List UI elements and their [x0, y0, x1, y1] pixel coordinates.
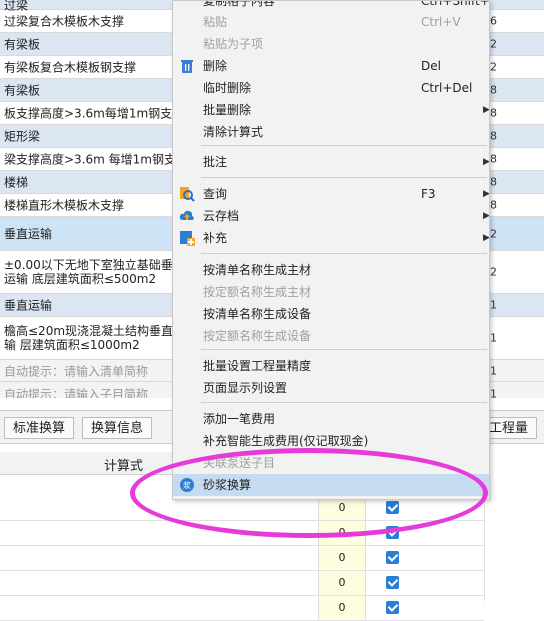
menu-item-gen-main-by-list[interactable]: 按清单名称生成主材	[173, 259, 489, 281]
supplement-icon	[179, 230, 195, 246]
row-name: ±0.00以下无地下室独立基础垂直运输 底层建筑面积≤500m2	[4, 258, 185, 286]
submenu-arrow-icon: ▶	[483, 233, 490, 243]
menu-item-label: 删除	[203, 59, 228, 73]
row-name: 有梁板复合木模板钢支撑	[4, 60, 137, 75]
value-cell[interactable]: 0	[318, 596, 366, 620]
row-name: 垂直运输	[4, 298, 53, 313]
checkbox[interactable]	[386, 551, 399, 564]
value-cell[interactable]: 0	[318, 546, 366, 570]
menu-item-supplement[interactable]: 补充 ▶	[173, 227, 489, 249]
row-value: 2	[490, 265, 497, 279]
menu-item-label: 按清单名称生成主材	[203, 263, 312, 277]
menu-item-cloud-save[interactable]: 云存档 ▶	[173, 205, 489, 227]
menu-separator	[201, 349, 487, 350]
row-value: 1	[490, 298, 497, 312]
context-menu: 复制格子内容Ctrl+Shift+C粘贴Ctrl+V粘贴为子项删除Del临时删除…	[172, 0, 490, 500]
list-item[interactable]: 0	[0, 546, 484, 571]
row-value: 2	[490, 227, 497, 240]
row-value: 8	[490, 198, 497, 212]
submenu-arrow-icon: ▶	[483, 157, 490, 167]
menu-separator	[201, 402, 487, 403]
menu-item-gen-main-by-quota: 按定额名称生成主材	[173, 281, 489, 303]
annotation-ellipse	[130, 448, 488, 538]
menu-item-paste: 粘贴 Ctrl+V	[173, 11, 489, 33]
menu-item-label: 清除计算式	[203, 125, 264, 139]
menu-item-label: 页面显示列设置	[203, 381, 288, 395]
menu-item-shortcut: Del	[421, 59, 441, 73]
menu-item-query[interactable]: 查询 F3 ▶	[173, 183, 489, 205]
row-name: 楼梯直形木模板木支撑	[4, 198, 125, 213]
formula-header-label: 计算式	[104, 459, 144, 474]
menu-separator	[201, 253, 487, 254]
list-item[interactable]: 0	[0, 571, 484, 596]
menu-item-gen-equip-by-quota: 按定额名称生成设备	[173, 325, 489, 347]
menu-item-label: 查询	[203, 187, 228, 201]
menu-item-temp-delete[interactable]: 临时删除 Ctrl+Del	[173, 77, 489, 99]
row-name: 过梁复合木模板木支撑	[4, 14, 125, 29]
row-value: 2	[490, 60, 497, 74]
row-name: 梁支撑高度>3.6m 每增1m钢支撑	[4, 152, 188, 167]
menu-item-delete[interactable]: 删除 Del	[173, 55, 489, 77]
submenu-arrow-icon: ▶	[483, 189, 490, 199]
menu-item-label: 粘贴为子项	[203, 37, 264, 51]
row-value: 8	[490, 83, 497, 97]
tab-standard-conversion[interactable]: 标准换算	[4, 417, 75, 439]
menu-item-annotate[interactable]: 批注 ▶	[173, 151, 489, 173]
tab-conversion-info[interactable]: 换算信息	[82, 417, 153, 439]
submenu-arrow-icon: ▶	[483, 211, 490, 221]
menu-item-label: 批量设置工程量精度	[203, 359, 312, 373]
menu-item-label: 批注	[203, 155, 228, 169]
menu-item-label: 补充	[203, 231, 228, 245]
menu-item-gen-equip-by-list[interactable]: 按清单名称生成设备	[173, 303, 489, 325]
menu-item-label: 批量删除	[203, 103, 252, 117]
row-value: 8	[490, 106, 497, 120]
query-icon	[179, 186, 195, 202]
trash-icon	[179, 58, 195, 74]
row-value: 6	[490, 14, 497, 28]
menu-item-page-columns[interactable]: 页面显示列设置	[173, 377, 489, 399]
cloud-upload-icon	[179, 208, 195, 224]
row-value: 8	[490, 175, 497, 189]
menu-item-label: 临时删除	[203, 81, 252, 95]
menu-separator	[201, 145, 487, 146]
menu-item-paste-child: 粘贴为子项	[173, 33, 489, 55]
row-name: 楼梯	[4, 175, 29, 190]
menu-item-shortcut: Ctrl+V	[421, 15, 461, 29]
row-name: 板支撑高度>3.6m每增1m钢支撑	[4, 106, 185, 121]
menu-item-label: 按定额名称生成设备	[203, 329, 312, 343]
menu-item-shortcut: F3	[421, 187, 436, 201]
row-name: 有梁板	[4, 83, 41, 98]
value-cell[interactable]: 0	[318, 571, 366, 595]
menu-item-add-fee[interactable]: 添加一笔费用	[173, 408, 489, 430]
row-value: 2	[490, 37, 497, 51]
row-value: 8	[490, 152, 497, 166]
menu-item-batch-delete[interactable]: 批量删除 ▶	[173, 99, 489, 121]
row-name: 垂直运输	[4, 226, 53, 241]
row-name: 矩形梁	[4, 129, 41, 144]
menu-item-shortcut: Ctrl+Del	[421, 81, 473, 95]
row-value: 8	[490, 129, 497, 143]
menu-separator	[201, 177, 487, 178]
row-name: 檐高≤20m现浇混凝土结构垂直运输 层建筑面积≤1000m2	[4, 324, 186, 352]
checkbox[interactable]	[386, 601, 399, 614]
menu-item-label: 按定额名称生成主材	[203, 285, 312, 299]
submenu-arrow-icon: ▶	[483, 105, 490, 115]
menu-item-clear-formula[interactable]: 清除计算式	[173, 121, 489, 143]
row-value: 1	[490, 331, 497, 345]
menu-item-label: 粘贴	[203, 15, 228, 29]
menu-item-batch-precision[interactable]: 批量设置工程量精度	[173, 355, 489, 377]
menu-item-label: 按清单名称生成设备	[203, 307, 312, 321]
menu-item-label: 添加一笔费用	[203, 412, 276, 426]
row-name: 有梁板	[4, 37, 41, 52]
menu-item-label: 云存档	[203, 209, 240, 223]
row-name: 自动提示：请输入清单简称	[4, 364, 149, 378]
checkbox[interactable]	[386, 576, 399, 589]
row-value: 1	[490, 364, 497, 377]
list-item[interactable]: 0	[0, 596, 484, 621]
